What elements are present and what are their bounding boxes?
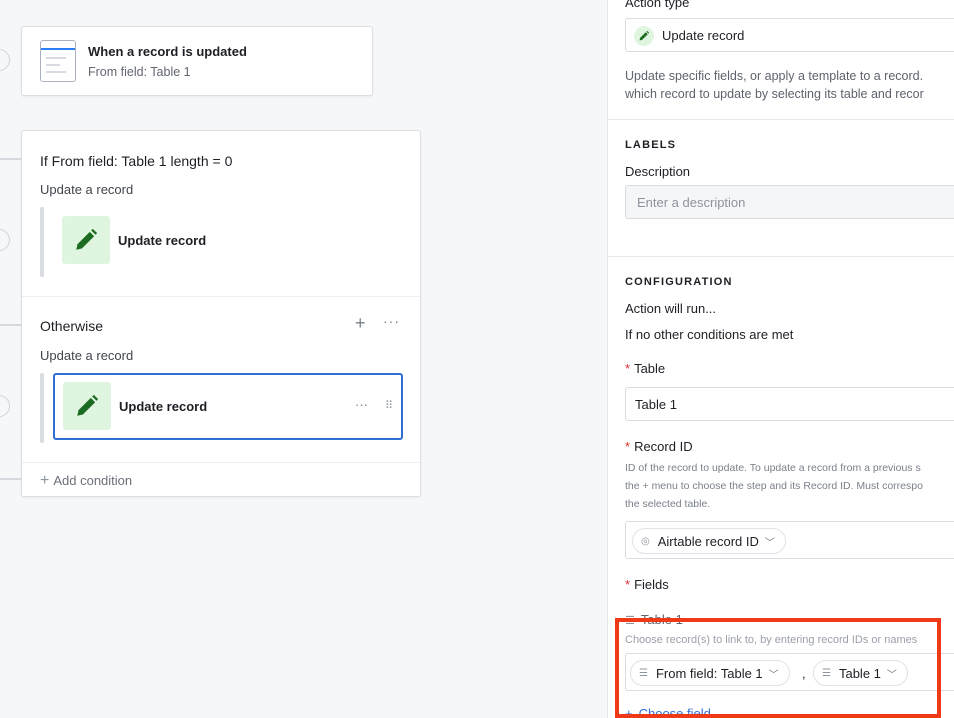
action-type-select[interactable]: Update record	[625, 18, 954, 52]
field-token-label: From field: Table 1	[655, 665, 763, 681]
plus-icon: +	[625, 706, 633, 718]
chevron-down-icon: ﹀	[768, 669, 779, 681]
plus-icon: +	[40, 472, 50, 489]
field-value-input[interactable]: ☰ From field: Table 1 ﹀ , ☰ Table 1 ﹀	[625, 653, 954, 691]
action-label[interactable]: Update record	[118, 233, 206, 248]
action-config-panel: Action type Update record Update specifi…	[607, 0, 954, 718]
description-placeholder: Enter a description	[637, 195, 746, 210]
record-id-input[interactable]: ◎ Airtable record ID ﹀	[625, 521, 954, 559]
branch-bar	[40, 207, 44, 277]
token-separator: ,	[802, 666, 806, 681]
trigger-subtitle: From field: Table 1	[88, 65, 191, 79]
labels-heading: LABELS	[625, 139, 677, 151]
condition-title[interactable]: If From field: Table 1 length = 0	[40, 153, 232, 169]
drag-handle-icon[interactable]: ⠿	[385, 399, 393, 412]
field-name: ☰ Table 1	[625, 612, 683, 627]
record-id-description: ID of the record to update. To update a …	[625, 462, 921, 474]
fields-label: * Fields	[625, 577, 669, 592]
pencil-icon	[63, 382, 111, 430]
condition-subtitle: Update a record	[40, 182, 134, 197]
run-condition-text: If no other conditions are met	[625, 327, 794, 342]
pencil-icon	[634, 26, 654, 46]
selected-action[interactable]: Update record ··· ⠿	[53, 373, 403, 440]
action-label: Update record	[119, 399, 208, 414]
section-separator	[608, 119, 954, 120]
trigger-card[interactable]: When a record is updated From field: Tab…	[21, 26, 373, 96]
action-type-description: which record to update by selecting its …	[625, 87, 924, 101]
connector-line	[0, 158, 22, 160]
divider	[22, 462, 420, 463]
otherwise-title[interactable]: Otherwise	[40, 318, 103, 334]
otherwise-connector-dot	[0, 395, 10, 417]
add-condition-button[interactable]: + Add condition	[40, 472, 132, 490]
more-options-button[interactable]: ···	[383, 313, 400, 329]
record-updated-icon	[40, 40, 76, 82]
add-action-button[interactable]: +	[355, 314, 366, 332]
field-token[interactable]: ☰ From field: Table 1 ﹀	[630, 660, 790, 686]
chevron-down-icon: ﹀	[886, 669, 897, 681]
automation-canvas: When a record is updated From field: Tab…	[0, 0, 607, 718]
connector-line	[0, 478, 22, 480]
text-lines-icon: ☰	[639, 667, 648, 679]
action-type-label: Action type	[625, 0, 690, 10]
action-more-button[interactable]: ···	[355, 397, 368, 412]
record-id-label: * Record ID	[625, 439, 693, 454]
table-label: * Table	[625, 361, 666, 376]
condition-card: If From field: Table 1 length = 0 Update…	[21, 130, 421, 497]
record-id-description: the selected table.	[625, 498, 711, 510]
table-select[interactable]: Table 1	[625, 387, 954, 421]
configuration-heading: CONFIGURATION	[625, 276, 733, 288]
action-type-value: Update record	[662, 28, 745, 43]
pencil-icon	[62, 216, 110, 264]
divider	[22, 296, 420, 297]
text-lines-icon: ☰	[625, 615, 635, 627]
trigger-title: When a record is updated	[88, 44, 247, 59]
fingerprint-icon: ◎	[641, 535, 650, 547]
field-token-label: Table 1	[838, 665, 881, 681]
otherwise-subtitle: Update a record	[40, 348, 134, 363]
connector-line	[0, 324, 22, 326]
trigger-connector-dot	[0, 49, 10, 71]
chevron-down-icon: ﹀	[764, 537, 775, 549]
record-id-description: the + menu to choose the step and its Re…	[625, 480, 923, 492]
description-label: Description	[625, 164, 691, 179]
description-input[interactable]: Enter a description	[625, 185, 954, 219]
condition-connector-dot	[0, 229, 10, 251]
add-condition-label: Add condition	[53, 473, 133, 488]
choose-field-button[interactable]: + Choose field	[625, 706, 711, 718]
section-separator	[608, 256, 954, 257]
record-id-token[interactable]: ◎ Airtable record ID ﹀	[632, 528, 786, 554]
record-id-token-label: Airtable record ID	[657, 533, 759, 549]
field-hint: Choose record(s) to link to, by entering…	[625, 634, 918, 646]
table-value: Table 1	[635, 397, 677, 412]
action-type-description: Update specific fields, or apply a templ…	[625, 69, 924, 83]
action-will-run-label: Action will run...	[625, 301, 717, 316]
field-token[interactable]: ☰ Table 1 ﹀	[813, 660, 908, 686]
text-lines-icon: ☰	[822, 667, 831, 679]
branch-bar	[40, 373, 44, 443]
